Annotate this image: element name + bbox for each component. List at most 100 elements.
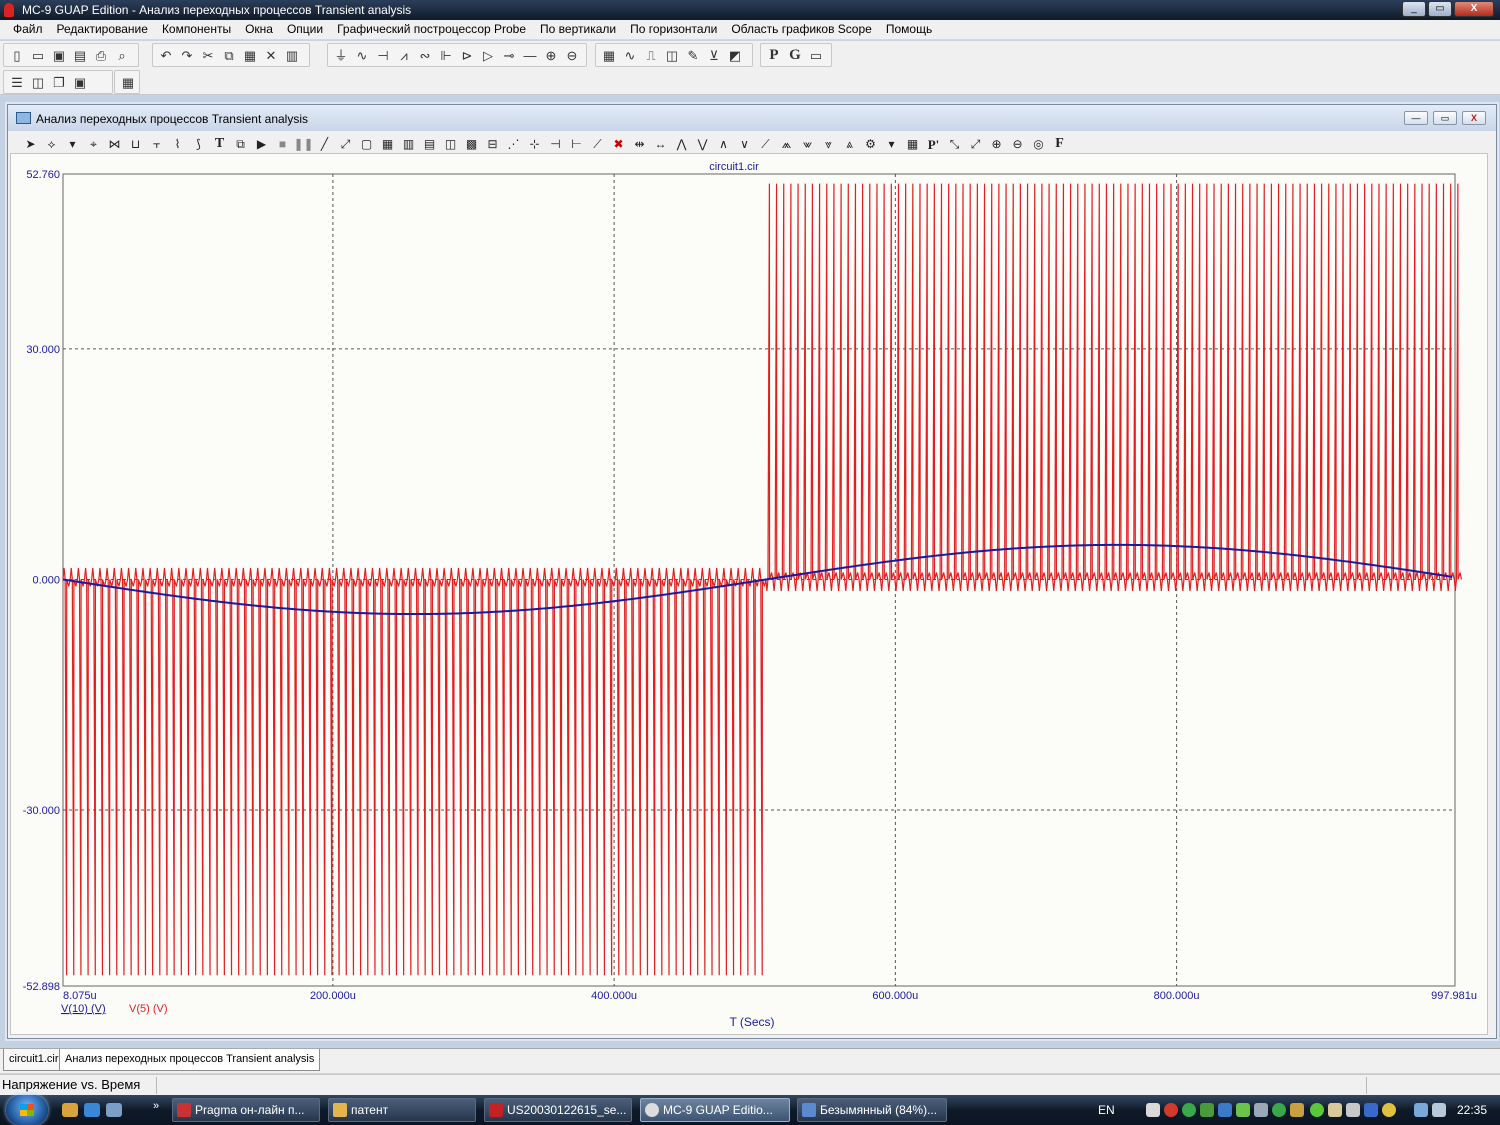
tokens-icon[interactable]: ⋰ bbox=[503, 134, 524, 154]
dropdown-icon[interactable]: ▾ bbox=[62, 134, 83, 154]
opamp-icon[interactable]: ▷ bbox=[478, 45, 498, 65]
same-y-icon[interactable]: ⊟ bbox=[482, 134, 503, 154]
tray-device-icon[interactable] bbox=[1346, 1103, 1360, 1117]
menu-vertical[interactable]: По вертикали bbox=[533, 20, 623, 40]
text-icon[interactable]: T bbox=[209, 134, 230, 154]
arrange-icon[interactable]: ▣ bbox=[70, 72, 90, 92]
maximize-button[interactable]: ▭ bbox=[1428, 1, 1452, 17]
delete-icon[interactable]: ✕ bbox=[261, 45, 281, 65]
tab-transient-analysis[interactable]: Анализ переходных процессов Transient an… bbox=[59, 1049, 321, 1071]
tray-update-icon[interactable] bbox=[1200, 1103, 1214, 1117]
new-file-icon[interactable]: ▯ bbox=[7, 45, 27, 65]
tray-mail-icon[interactable] bbox=[1146, 1103, 1160, 1117]
tray-sync-icon[interactable] bbox=[1272, 1103, 1286, 1117]
valley-icon[interactable]: ⋁ bbox=[692, 134, 713, 154]
tile-horizontal-icon[interactable]: ☰ bbox=[7, 72, 27, 92]
tray-messenger-icon[interactable] bbox=[1218, 1103, 1232, 1117]
node-icon[interactable]: ⊕ bbox=[541, 45, 561, 65]
numeric-output-icon[interactable]: ▦ bbox=[902, 134, 923, 154]
slope-icon[interactable]: ⟋ bbox=[587, 134, 608, 154]
horizontal-tag-icon[interactable]: ⊔ bbox=[125, 134, 146, 154]
tray-display-icon[interactable] bbox=[1414, 1103, 1428, 1117]
tab-circuit[interactable]: circuit1.cir bbox=[3, 1049, 65, 1071]
waveform-icon[interactable]: ∿ bbox=[620, 45, 640, 65]
legend-series-v10[interactable]: V(10) (V) bbox=[61, 1003, 106, 1015]
switch-icon[interactable]: ⊸ bbox=[499, 45, 519, 65]
quicklaunch-browser-icon[interactable] bbox=[84, 1103, 100, 1117]
taskbar-overflow-chevron[interactable]: » bbox=[148, 1099, 164, 1113]
inductor-icon[interactable]: ∾ bbox=[415, 45, 435, 65]
tile-vertical-icon[interactable]: ◫ bbox=[28, 72, 48, 92]
grid-icon[interactable]: ▦ bbox=[377, 134, 398, 154]
save-all-icon[interactable]: ▤ bbox=[70, 45, 90, 65]
undo-icon[interactable]: ↶ bbox=[156, 45, 176, 65]
step-icon[interactable]: ⎍ bbox=[641, 45, 661, 65]
menu-probe[interactable]: Графический построцессор Probe bbox=[330, 20, 533, 40]
menu-windows[interactable]: Окна bbox=[238, 20, 280, 40]
next-cursor-icon[interactable]: ↔ bbox=[650, 134, 671, 154]
data-points-icon[interactable]: ⊹ bbox=[524, 134, 545, 154]
select-all-icon[interactable]: ▥ bbox=[282, 45, 302, 65]
quicklaunch-window-icon[interactable] bbox=[106, 1103, 122, 1117]
app-icon[interactable] bbox=[4, 3, 14, 17]
save-icon[interactable]: ▣ bbox=[49, 45, 69, 65]
capacitor-icon[interactable]: ⊣ bbox=[373, 45, 393, 65]
vx-icon[interactable]: ⊻ bbox=[704, 45, 724, 65]
run-icon[interactable]: ▶ bbox=[251, 134, 272, 154]
tray-clipboard-icon[interactable] bbox=[1328, 1103, 1342, 1117]
analysis-close-button[interactable]: X bbox=[1462, 111, 1486, 125]
inflection-icon[interactable]: ⟋ bbox=[755, 134, 776, 154]
open-folder-icon[interactable]: ▭ bbox=[28, 45, 48, 65]
scope-icon[interactable]: ◫ bbox=[662, 45, 682, 65]
font-icon[interactable]: F bbox=[1049, 134, 1070, 154]
zoom-in-icon[interactable]: ⊕ bbox=[986, 134, 1007, 154]
analysis-maximize-button[interactable]: ▭ bbox=[1433, 111, 1457, 125]
graph-icon[interactable]: ◩ bbox=[725, 45, 745, 65]
right-cursor-icon[interactable]: ⊢ bbox=[566, 134, 587, 154]
pause-icon[interactable]: ❚❚ bbox=[293, 134, 314, 154]
analysis-window-title-bar[interactable]: Анализ переходных процессов Transient an… bbox=[8, 105, 1496, 131]
clock[interactable]: 22:35 bbox=[1457, 1103, 1487, 1117]
probe-text-icon[interactable]: P' bbox=[923, 134, 944, 154]
left-cursor-icon[interactable]: ⊣ bbox=[545, 134, 566, 154]
menu-horizontal[interactable]: По горизонтали bbox=[623, 20, 724, 40]
close-button[interactable]: X bbox=[1454, 1, 1494, 17]
menu-edit[interactable]: Редактирование bbox=[50, 20, 155, 40]
menu-help[interactable]: Помощь bbox=[879, 20, 939, 40]
start-button[interactable] bbox=[6, 1095, 48, 1125]
line-icon[interactable]: ╱ bbox=[314, 134, 335, 154]
axes-icon[interactable]: ▢ bbox=[356, 134, 377, 154]
menu-options[interactable]: Опции bbox=[280, 20, 330, 40]
quicklaunch-settings-icon[interactable] bbox=[62, 1103, 78, 1117]
point-tag-icon[interactable]: ⋈ bbox=[104, 134, 125, 154]
tray-agent-icon[interactable] bbox=[1290, 1103, 1304, 1117]
analysis-minimize-button[interactable]: — bbox=[1404, 111, 1428, 125]
wire-icon[interactable]: — bbox=[520, 45, 540, 65]
bold-grid-icon[interactable]: ▩ bbox=[461, 134, 482, 154]
print-icon[interactable]: ⎙ bbox=[91, 45, 111, 65]
tray-chat-icon[interactable] bbox=[1236, 1103, 1250, 1117]
task-mc9[interactable]: MC-9 GUAP Editio... bbox=[640, 1098, 790, 1122]
tray-antivirus-icon[interactable] bbox=[1164, 1103, 1178, 1117]
cut-icon[interactable]: ✂ bbox=[198, 45, 218, 65]
top-icon[interactable]: ⩔ bbox=[818, 134, 839, 154]
cursor-mode-icon[interactable]: ⇹ bbox=[629, 134, 650, 154]
task-pdf[interactable]: US20030122615_se... bbox=[484, 1098, 632, 1122]
task-patent[interactable]: патент bbox=[328, 1098, 476, 1122]
clear-icon[interactable]: ✖ bbox=[608, 134, 629, 154]
tag-icon[interactable]: ⌖ bbox=[83, 134, 104, 154]
pointer-icon[interactable]: ➤ bbox=[20, 134, 41, 154]
plot-panel[interactable]: 52.760 30.000 0.000 -30.000 -52.898 8.075u 200… bbox=[10, 153, 1488, 1035]
paste-icon[interactable]: ▦ bbox=[240, 45, 260, 65]
task-pragma[interactable]: Pragma он-лайн п... bbox=[172, 1098, 320, 1122]
tray-volume-icon[interactable] bbox=[1432, 1103, 1446, 1117]
window-icon[interactable]: ▭ bbox=[806, 45, 826, 65]
menu-scope[interactable]: Область графиков Scope bbox=[724, 20, 879, 40]
vertical-tag-icon[interactable]: ⫟ bbox=[146, 134, 167, 154]
color-icon[interactable]: ◎ bbox=[1028, 134, 1049, 154]
tray-bluetooth-icon[interactable] bbox=[1364, 1103, 1378, 1117]
bottom-icon[interactable]: ⩓ bbox=[839, 134, 860, 154]
global-high-icon[interactable]: ⩕ bbox=[776, 134, 797, 154]
animate-icon[interactable]: ⚙ bbox=[860, 134, 881, 154]
performance-tag-icon[interactable]: ⟆ bbox=[188, 134, 209, 154]
